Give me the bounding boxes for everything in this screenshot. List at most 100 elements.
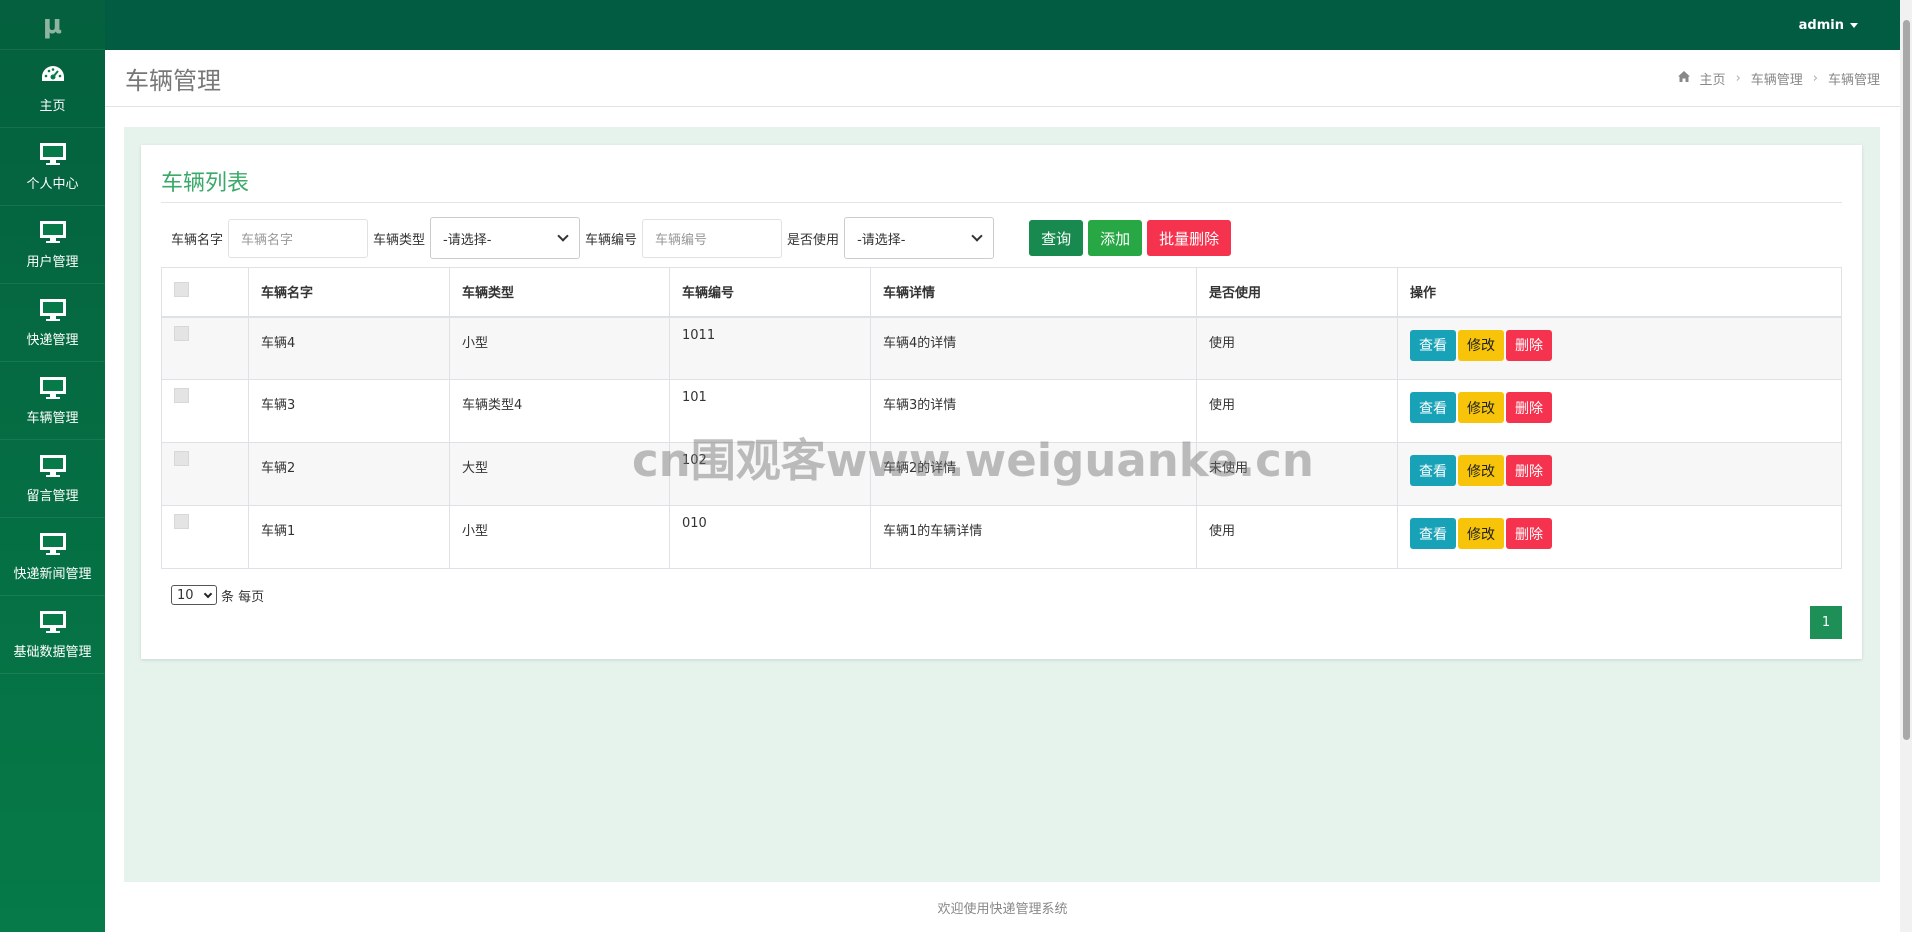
footer: 欢迎使用快递管理系统 [105, 882, 1900, 932]
table-row: 车辆3 车辆类型4 101 车辆3的详情 使用 查看 修改 删除 [161, 379, 1842, 443]
monitor-icon [38, 297, 68, 323]
select-value: -请选择- [857, 232, 906, 248]
col-header-type: 车辆类型 [449, 267, 670, 318]
sidebar-item-express[interactable]: 快递管理 [0, 284, 105, 362]
row-select-cell [161, 505, 249, 569]
caret-down-icon [1850, 22, 1858, 28]
dashboard-icon [38, 63, 68, 89]
cell-in-use: 未使用 [1196, 442, 1398, 506]
filter-name-label: 车辆名字 [171, 232, 224, 248]
monitor-icon [38, 531, 68, 557]
sidebar-item-messages[interactable]: 留言管理 [0, 440, 105, 518]
cell-actions: 查看 修改 删除 [1397, 505, 1842, 569]
page-size-label: 条 每页 [221, 589, 265, 605]
cell-number: 010 [669, 505, 871, 569]
edit-button[interactable]: 修改 [1458, 329, 1504, 361]
row-checkbox[interactable] [174, 325, 189, 341]
query-button[interactable]: 查询 [1029, 220, 1084, 256]
cell-text: 010 [682, 516, 707, 531]
page-size-select[interactable]: 10 [171, 585, 217, 605]
monitor-icon [38, 453, 68, 479]
cell-detail: 车辆2的详情 [870, 442, 1197, 506]
vehicle-number-input[interactable]: 车辆编号 [642, 218, 783, 258]
cell-text: 车辆3 [261, 398, 296, 413]
home-icon [1677, 70, 1690, 86]
delete-button[interactable]: 删除 [1506, 455, 1552, 486]
cell-detail: 车辆1的车辆详情 [870, 505, 1197, 569]
cell-text: 使用 [1209, 524, 1236, 539]
page-button-current[interactable]: 1 [1810, 606, 1842, 639]
sidebar-item-news[interactable]: 快递新闻管理 [0, 518, 105, 596]
monitor-icon [38, 375, 68, 401]
user-menu[interactable]: admin [1799, 18, 1858, 33]
topbar: admin [105, 0, 1900, 50]
cell-number: 101 [669, 379, 871, 443]
filter-type-label: 车辆类型 [373, 232, 426, 248]
sidebar-item-vehicles[interactable]: 车辆管理 [0, 362, 105, 440]
select-value: -请选择- [443, 232, 492, 248]
cell-text: 车辆2的详情 [883, 461, 957, 476]
select-all-cell [161, 267, 249, 318]
cell-type: 车辆类型4 [449, 379, 670, 443]
cell-detail: 车辆4的详情 [870, 316, 1197, 380]
chevron-right-icon: › [1812, 70, 1818, 86]
cell-name: 车辆3 [248, 379, 450, 443]
cell-text: 车辆2 [261, 461, 296, 476]
select-all-checkbox[interactable] [174, 282, 189, 298]
row-actions: 查看 修改 删除 [1410, 392, 1829, 423]
view-button[interactable]: 查看 [1410, 329, 1456, 361]
edit-button[interactable]: 修改 [1458, 392, 1504, 423]
select-value: 10 [177, 587, 194, 603]
delete-button[interactable]: 删除 [1506, 329, 1552, 361]
bulk-delete-button[interactable]: 批量删除 [1147, 220, 1232, 256]
cell-number: 102 [669, 442, 871, 506]
breadcrumb-home[interactable]: 主页 [1700, 69, 1726, 88]
monitor-icon [38, 141, 68, 167]
cell-name: 车辆4 [248, 316, 450, 380]
sidebar-item-label: 留言管理 [26, 489, 79, 504]
sidebar-item-profile[interactable]: 个人中心 [0, 128, 105, 206]
row-actions: 查看 修改 删除 [1410, 518, 1829, 549]
filter-used-label: 是否使用 [787, 232, 840, 248]
sidebar-item-label: 快递新闻管理 [13, 567, 92, 582]
sidebar-item-users[interactable]: 用户管理 [0, 206, 105, 284]
edit-button[interactable]: 修改 [1458, 455, 1504, 486]
cell-actions: 查看 修改 删除 [1397, 442, 1842, 506]
sidebar-item-label: 个人中心 [26, 177, 79, 192]
logo[interactable]: μ [0, 0, 105, 50]
view-button[interactable]: 查看 [1410, 518, 1456, 549]
cell-name: 车辆2 [248, 442, 450, 506]
sidebar-item-home[interactable]: 主页 [0, 50, 105, 128]
sidebar-item-label: 基础数据管理 [13, 645, 92, 660]
vehicle-table: 车辆名字 车辆类型 车辆编号 车辆详情 是否使用 操作 车辆4 小型 1011 … [161, 267, 1842, 569]
scrollbar-thumb[interactable] [1903, 20, 1910, 740]
cell-text: 1011 [682, 327, 716, 343]
page-header: 车辆管理 主页 › 车辆管理 › 车辆管理 [105, 50, 1900, 107]
row-checkbox[interactable] [174, 514, 189, 529]
cell-text: 车辆1 [261, 524, 296, 539]
cell-text: 使用 [1209, 335, 1236, 351]
chevron-right-icon: › [1735, 70, 1741, 86]
in-use-select[interactable]: -请选择- [844, 217, 995, 259]
delete-button[interactable]: 删除 [1506, 392, 1552, 423]
sidebar-item-label: 快递管理 [26, 333, 79, 348]
chevron-down-icon [971, 230, 983, 242]
row-checkbox[interactable] [174, 388, 189, 403]
filter-bar: 车辆名字 车辆名字 车辆类型 -请选择- 车辆编号 车辆编号 是否使用 -请选择… [171, 217, 1232, 259]
row-checkbox[interactable] [174, 451, 189, 466]
cell-detail: 车辆3的详情 [870, 379, 1197, 443]
vehicle-name-input[interactable]: 车辆名字 [228, 218, 369, 258]
page-scrollbar[interactable] [1900, 0, 1912, 932]
breadcrumb: 主页 › 车辆管理 › 车辆管理 [1677, 69, 1880, 88]
cell-number: 1011 [669, 316, 871, 380]
breadcrumb-item[interactable]: 车辆管理 [1751, 69, 1803, 88]
sidebar-item-basic-data[interactable]: 基础数据管理 [0, 596, 105, 674]
view-button[interactable]: 查看 [1410, 392, 1456, 423]
col-header-in-use: 是否使用 [1196, 267, 1398, 318]
add-button[interactable]: 添加 [1088, 220, 1143, 256]
vehicle-type-select[interactable]: -请选择- [430, 217, 581, 259]
view-button[interactable]: 查看 [1410, 455, 1456, 486]
edit-button[interactable]: 修改 [1458, 518, 1504, 549]
delete-button[interactable]: 删除 [1506, 518, 1552, 549]
row-actions: 查看 修改 删除 [1410, 329, 1829, 361]
